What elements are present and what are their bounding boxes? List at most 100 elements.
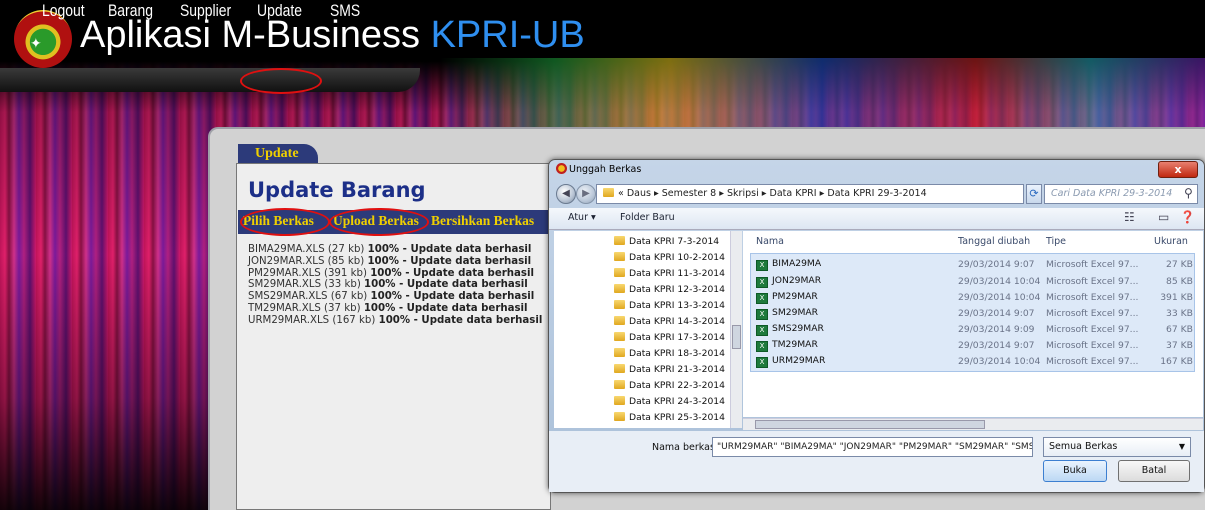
file-name[interactable]: X SM29MAR (756, 307, 818, 320)
excel-icon: X (756, 293, 768, 304)
tree-scrollbar[interactable] (730, 231, 742, 428)
organize-button[interactable]: Atur ▾ (568, 212, 596, 223)
menu-sms[interactable]: SMS (330, 1, 360, 21)
column-type[interactable]: Tipe (1046, 236, 1066, 247)
scrollbar-thumb[interactable] (755, 420, 985, 429)
log-line: TM29MAR.XLS (37 kb) 100% - Update data b… (248, 302, 528, 314)
tree-folder[interactable]: Data KPRI 25-3-2014 (614, 412, 725, 423)
file-size: 67 KB (1166, 324, 1193, 335)
file-name[interactable]: X TM29MAR (756, 339, 818, 352)
browser-icon (556, 163, 567, 174)
folder-icon (614, 332, 625, 341)
view-options-icon[interactable]: ☷ (1124, 210, 1135, 224)
tree-folder[interactable]: Data KPRI 18-3-2014 (614, 348, 725, 359)
column-size[interactable]: Ukuran (1154, 236, 1188, 247)
file-type: Microsoft Excel 97... (1046, 324, 1139, 335)
tree-folder[interactable]: Data KPRI 24-3-2014 (614, 396, 725, 407)
tree-folder[interactable]: Data KPRI 21-3-2014 (614, 364, 725, 375)
file-size: 391 KB (1160, 292, 1193, 303)
menu-supplier[interactable]: Supplier (180, 1, 231, 21)
help-icon[interactable]: ❓ (1180, 210, 1195, 224)
preview-pane-icon[interactable]: ▭ (1158, 210, 1169, 224)
folder-icon (614, 236, 625, 245)
file-name[interactable]: X JON29MAR (756, 275, 821, 288)
tree-folder[interactable]: Data KPRI 7-3-2014 (614, 236, 719, 247)
tree-folder[interactable]: Data KPRI 17-3-2014 (614, 332, 725, 343)
file-type: Microsoft Excel 97... (1046, 340, 1139, 351)
column-date[interactable]: Tanggal diubah (958, 236, 1030, 247)
file-size: 85 KB (1166, 276, 1193, 287)
file-type: Microsoft Excel 97... (1046, 356, 1139, 367)
refresh-icon[interactable]: ⟳ (1026, 184, 1042, 204)
folder-icon (614, 284, 625, 293)
search-icon[interactable]: ⚲ (1184, 186, 1193, 200)
log-line: SM29MAR.XLS (33 kb) 100% - Update data b… (248, 279, 528, 291)
menu-barang[interactable]: Barang (108, 1, 153, 21)
folder-icon (614, 412, 625, 421)
search-input[interactable]: Cari Data KPRI 29-3-2014 (1044, 184, 1198, 204)
excel-icon: X (756, 260, 768, 271)
log-line: JON29MAR.XLS (85 kb) 100% - Update data … (248, 255, 532, 267)
file-type: Microsoft Excel 97... (1046, 308, 1139, 319)
log-line: BIMA29MA.XLS (27 kb) 100% - Update data … (248, 244, 532, 255)
excel-icon: X (756, 277, 768, 288)
file-size: 27 KB (1166, 259, 1193, 270)
close-button[interactable]: x (1158, 161, 1198, 178)
file-size: 37 KB (1166, 340, 1193, 351)
menu-logout[interactable]: Logout (42, 1, 85, 21)
column-name[interactable]: Nama (756, 236, 784, 247)
tree-folder[interactable]: Data KPRI 13-3-2014 (614, 300, 725, 311)
upload-highlight-oval (329, 208, 429, 236)
file-name[interactable]: X BIMA29MA (756, 258, 821, 271)
app-title-accent: KPRI-UB (430, 14, 585, 56)
forward-arrow-icon[interactable]: ▶ (576, 184, 596, 204)
dialog-title: Unggah Berkas (569, 164, 642, 175)
file-date: 29/03/2014 10:04 (958, 292, 1041, 303)
address-bar[interactable]: « Daus ▸ Semester 8 ▸ Skripsi ▸ Data KPR… (596, 184, 1024, 204)
log-line: SMS29MAR.XLS (67 kb) 100% - Update data … (248, 291, 535, 303)
file-date: 29/03/2014 9:07 (958, 340, 1035, 351)
pick-highlight-oval (240, 208, 330, 236)
file-date: 29/03/2014 9:07 (958, 259, 1035, 270)
menu-update[interactable]: Update (257, 1, 302, 21)
folder-icon (614, 252, 625, 261)
tree-folder[interactable]: Data KPRI 22-3-2014 (614, 380, 725, 391)
chevron-down-icon: ▼ (1178, 442, 1185, 451)
cancel-button[interactable]: Batal (1118, 460, 1190, 482)
log-line: URM29MAR.XLS (167 kb) 100% - Update data… (248, 314, 543, 326)
filename-input[interactable]: "URM29MAR" "BIMA29MA" "JON29MAR" "PM29MA… (712, 437, 1033, 457)
folder-icon (603, 188, 614, 197)
excel-icon: X (756, 341, 768, 352)
excel-icon: X (756, 325, 768, 336)
new-folder-button[interactable]: Folder Baru (620, 212, 675, 223)
page-title: Update Barang (248, 178, 426, 202)
file-size: 33 KB (1166, 308, 1193, 319)
folder-icon (614, 300, 625, 309)
tree-folder[interactable]: Data KPRI 14-3-2014 (614, 316, 725, 327)
scrollbar-thumb[interactable] (732, 325, 741, 349)
file-date: 29/03/2014 10:04 (958, 356, 1041, 367)
main-menu (0, 68, 420, 92)
update-highlight-oval (240, 68, 322, 94)
file-size: 167 KB (1160, 356, 1193, 367)
tree-folder[interactable]: Data KPRI 11-3-2014 (614, 268, 725, 279)
file-name[interactable]: X SMS29MAR (756, 323, 824, 336)
tree-folder[interactable]: Data KPRI 10-2-2014 (614, 252, 725, 263)
file-name[interactable]: X PM29MAR (756, 291, 818, 304)
tree-folder[interactable]: Data KPRI 12-3-2014 (614, 284, 725, 295)
upload-log: BIMA29MA.XLS (27 kb) 100% - Update data … (248, 244, 542, 327)
open-button[interactable]: Buka (1043, 460, 1107, 482)
file-type: Microsoft Excel 97... (1046, 276, 1139, 287)
back-arrow-icon[interactable]: ◀ (556, 184, 576, 204)
file-date: 29/03/2014 10:04 (958, 276, 1041, 287)
file-name[interactable]: X URM29MAR (756, 355, 825, 368)
folder-icon (614, 316, 625, 325)
panel-tab-update: Update (238, 144, 318, 164)
folder-icon (614, 364, 625, 373)
file-list-scrollbar[interactable] (743, 418, 1203, 430)
clear-files-button[interactable]: Bersihkan Berkas (431, 213, 534, 229)
filetype-select[interactable]: Semua Berkas ▼ (1043, 437, 1191, 457)
folder-icon (614, 268, 625, 277)
excel-icon: X (756, 309, 768, 320)
log-line: PM29MAR.XLS (391 kb) 100% - Update data … (248, 267, 534, 279)
